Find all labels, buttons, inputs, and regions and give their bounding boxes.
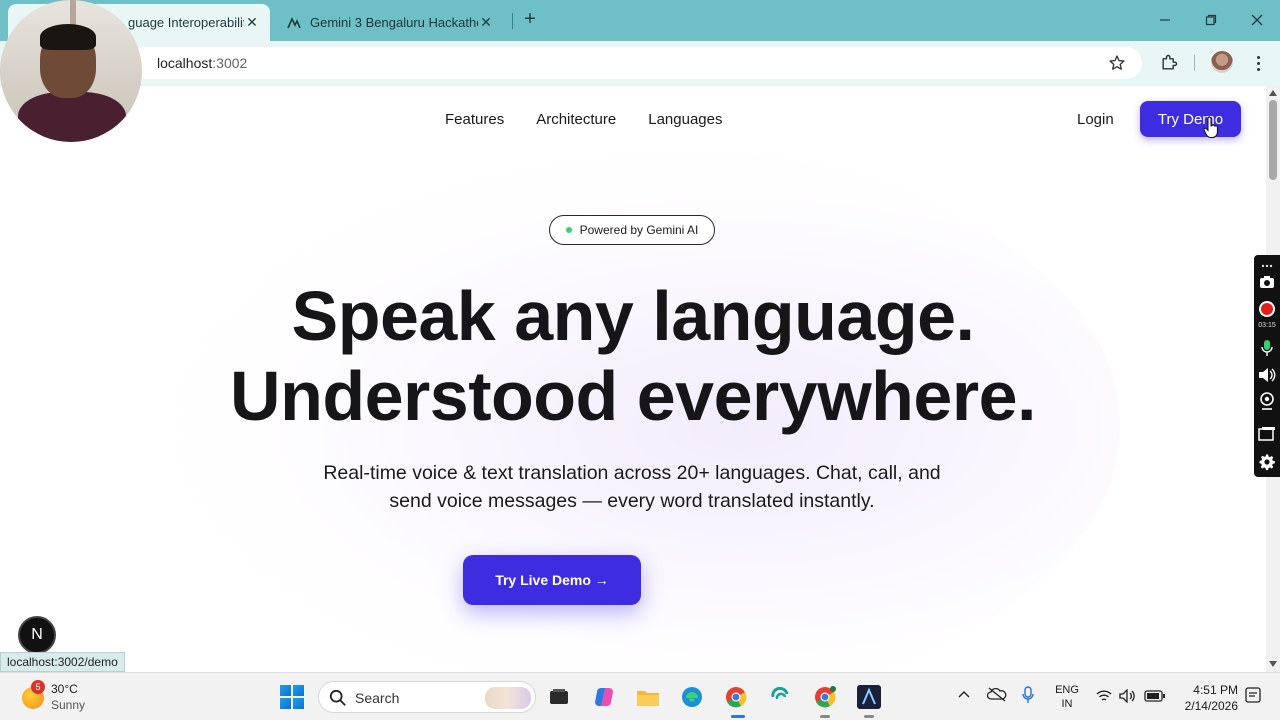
tab-title: Gemini 3 Bengaluru Hackathon xyxy=(310,15,478,30)
scroll-up-arrow-icon[interactable] xyxy=(1269,90,1277,96)
hero-subtext: Real-time voice & text translation acros… xyxy=(300,459,964,515)
address-bar[interactable]: localhost:3002 xyxy=(130,47,1142,79)
taskbar-search[interactable]: Search xyxy=(318,681,536,713)
language-code: ENG xyxy=(1055,684,1079,696)
active-app-indicator xyxy=(731,715,745,718)
weather-temperature[interactable]: 30°C xyxy=(51,682,78,696)
hand-cursor-icon xyxy=(1203,116,1219,139)
running-app-indicator xyxy=(820,715,830,718)
input-language[interactable]: ENG IN xyxy=(1054,683,1080,711)
scroll-down-arrow-icon[interactable] xyxy=(1269,661,1277,667)
edge-browser-icon[interactable] xyxy=(678,683,706,711)
browser-toolbar: localhost:3002 xyxy=(0,41,1280,86)
nextjs-dev-indicator[interactable]: N xyxy=(18,616,56,654)
browser-menu-icon[interactable] xyxy=(1250,51,1266,75)
clock-date: 2/14/2026 xyxy=(1184,699,1238,713)
webcam-overlay xyxy=(0,0,142,142)
tab-close-icon[interactable]: ✕ xyxy=(244,14,260,31)
system-clock[interactable]: 4:51 PM 2/14/2026 xyxy=(1176,682,1238,714)
chrome-icon[interactable] xyxy=(722,683,750,711)
language-region: IN xyxy=(1061,698,1073,710)
restore-icon[interactable] xyxy=(1201,10,1221,30)
webcam-icon[interactable] xyxy=(1258,392,1276,410)
scroll-thumb[interactable] xyxy=(1269,100,1277,180)
search-label: Search xyxy=(355,690,400,706)
search-highlight-art xyxy=(485,687,531,709)
cloud-offline-icon[interactable] xyxy=(986,686,1007,705)
web-page: Features Architecture Languages Login Tr… xyxy=(0,86,1266,672)
link-status-url: localhost:3002/demo xyxy=(0,652,125,672)
file-explorer-icon[interactable] xyxy=(634,683,662,711)
chrome-profile-icon[interactable] xyxy=(811,683,839,711)
notification-icon[interactable] xyxy=(1245,687,1261,708)
windows-taskbar: 5 30°C Sunny Search ENG IN 4:51 PM 2/14/… xyxy=(0,672,1280,720)
clock-time: 4:51 PM xyxy=(1193,683,1238,697)
nav-link-architecture[interactable]: Architecture xyxy=(536,111,616,128)
window-capture-icon[interactable] xyxy=(1258,425,1276,443)
new-tab-plus-icon[interactable]: + xyxy=(520,9,540,30)
task-view-icon[interactable] xyxy=(545,683,573,711)
tab-gemini-hackathon[interactable]: Gemini 3 Bengaluru Hackathon ✕ xyxy=(276,4,504,41)
speaker-icon[interactable] xyxy=(1258,366,1276,384)
gemini-logo-icon xyxy=(286,15,302,31)
minimize-icon[interactable] xyxy=(1155,10,1175,30)
running-app-indicator xyxy=(864,715,874,718)
wifi-icon[interactable] xyxy=(1096,689,1112,706)
status-dot-icon xyxy=(565,227,572,233)
try-live-demo-button[interactable]: Try Live Demo → xyxy=(463,555,641,605)
url-host: localhost xyxy=(157,55,213,71)
volume-icon[interactable] xyxy=(1119,688,1137,706)
profile-avatar[interactable] xyxy=(1211,51,1233,73)
camera-icon[interactable] xyxy=(1258,273,1276,291)
nav-link-languages[interactable]: Languages xyxy=(648,111,722,128)
login-link[interactable]: Login xyxy=(1077,111,1114,128)
close-window-icon[interactable] xyxy=(1247,10,1267,30)
subtext-line-2: send voice messages — every word transla… xyxy=(389,490,875,512)
bookmark-star-icon[interactable] xyxy=(1108,54,1128,74)
extensions-puzzle-icon[interactable] xyxy=(1159,53,1179,73)
antigravity-app-icon[interactable] xyxy=(855,683,883,711)
address-url[interactable]: localhost:3002 xyxy=(157,55,247,71)
headline-line-1: Speak any language. xyxy=(291,277,975,355)
powered-by-badge: Powered by Gemini AI xyxy=(549,215,715,245)
tab-separator xyxy=(512,13,513,29)
top-nav: Features Architecture Languages xyxy=(445,111,723,128)
headline-line-2: Understood everywhere. xyxy=(230,357,1036,435)
weather-condition[interactable]: Sunny xyxy=(51,698,85,712)
copilot-icon[interactable] xyxy=(590,683,618,711)
tab-close-icon[interactable]: ✕ xyxy=(478,14,494,31)
nav-link-features[interactable]: Features xyxy=(445,111,504,128)
settings-gear-icon[interactable] xyxy=(1258,453,1276,471)
search-icon xyxy=(329,689,346,706)
tray-overflow-chevron-icon[interactable] xyxy=(957,688,971,702)
weather-alert-badge: 5 xyxy=(31,680,45,694)
microphone-tray-icon[interactable] xyxy=(1022,686,1034,707)
browser-titlebar: guage Interoperabilit ✕ Gemini 3 Bengalu… xyxy=(0,0,1280,41)
recording-timer: 03:15 xyxy=(1258,322,1276,329)
recorder-panel: 03:15 xyxy=(1254,255,1280,477)
toolbar-separator xyxy=(1194,55,1195,71)
subtext-line-1: Real-time voice & text translation acros… xyxy=(323,462,941,484)
try-demo-button[interactable]: Try Demo xyxy=(1140,101,1241,137)
powered-by-text: Powered by Gemini AI xyxy=(579,223,699,237)
battery-icon[interactable] xyxy=(1144,690,1166,705)
tab-title: guage Interoperabilit xyxy=(128,15,244,30)
record-stop-icon[interactable] xyxy=(1258,300,1276,318)
hero-headline: Speak any language. Understood everywher… xyxy=(0,276,1266,436)
windows-start-icon[interactable] xyxy=(280,685,304,709)
microphone-icon[interactable] xyxy=(1258,339,1276,357)
url-port: :3002 xyxy=(212,55,248,71)
cursor-app-icon[interactable] xyxy=(766,683,794,711)
